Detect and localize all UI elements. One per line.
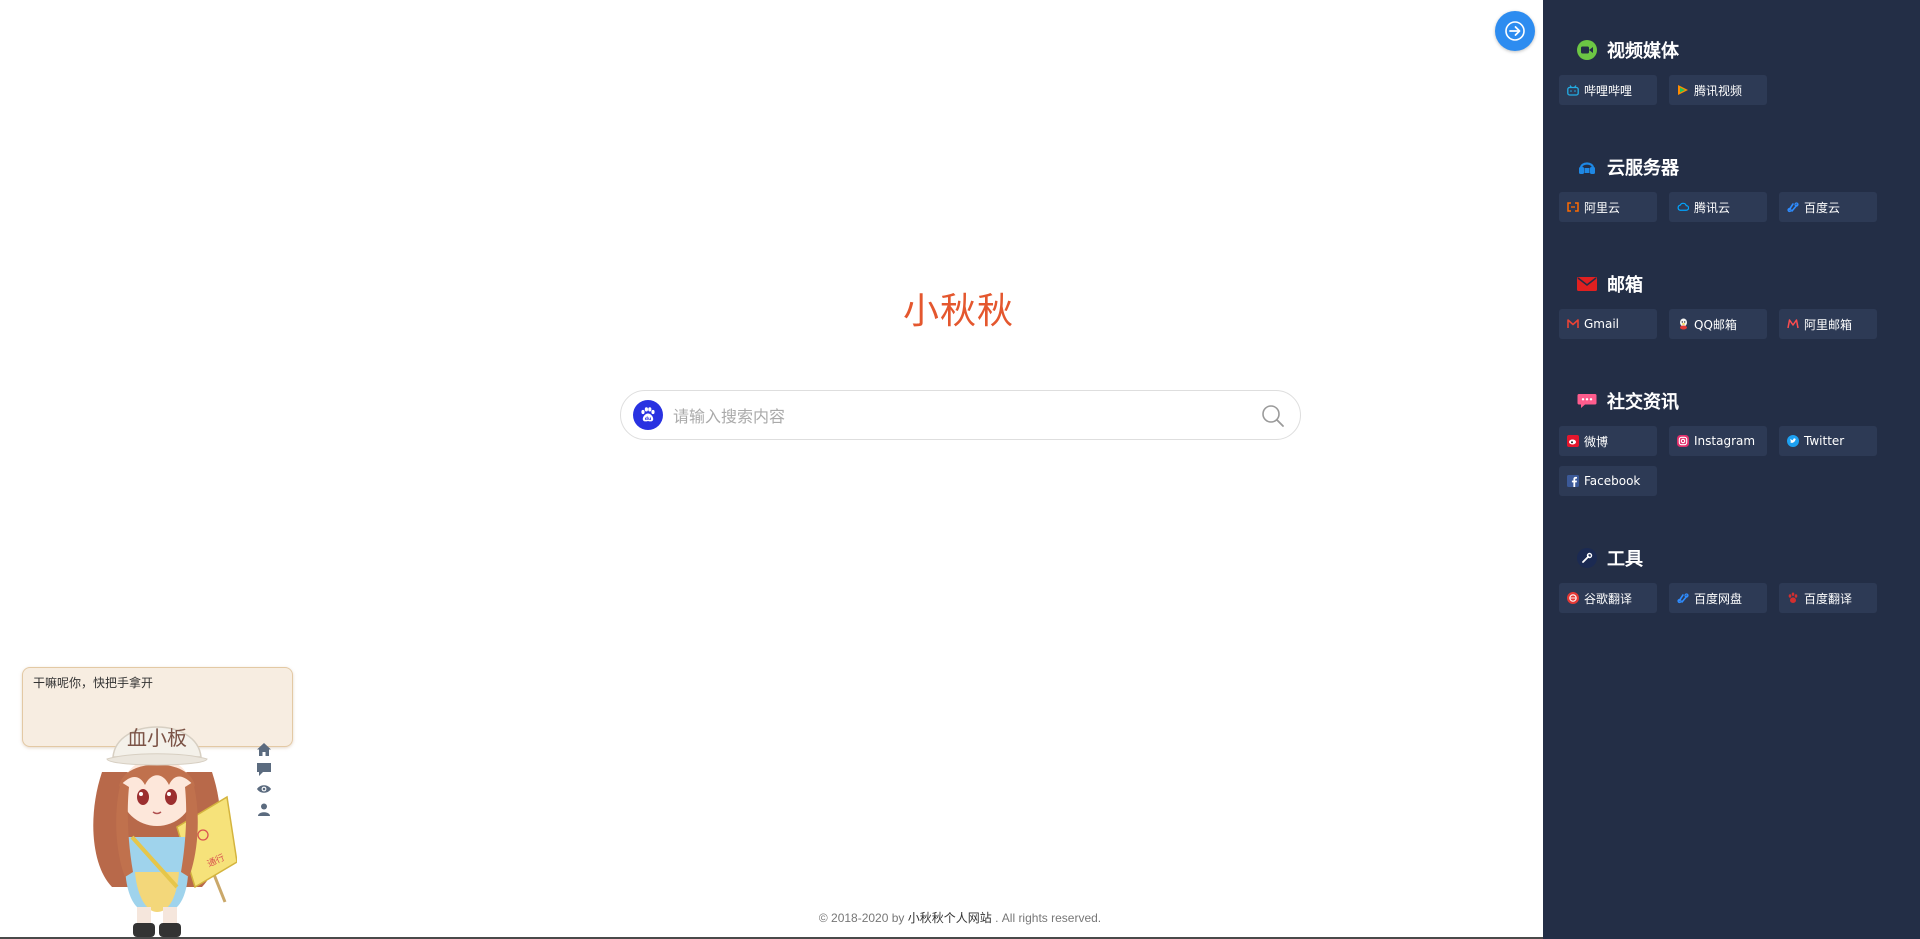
group-video: 视频媒体 哔哩哔哩 腾讯视频 <box>1559 38 1920 115</box>
chat-icon[interactable] <box>254 759 274 779</box>
group-title: 社交资讯 <box>1577 389 1920 413</box>
mascot-widget: 干嘛呢你，快把手拿开 通行 血小板 <box>22 667 293 939</box>
home-icon[interactable] <box>254 739 274 759</box>
link-instagram[interactable]: Instagram <box>1669 426 1767 456</box>
mascot-character-image[interactable]: 通行 血小板 <box>77 697 237 937</box>
group-social: 社交资讯 微博 Instagram Twitter Facebook <box>1559 389 1920 506</box>
link-aliyun[interactable]: 阿里云 <box>1559 192 1657 222</box>
search-input[interactable] <box>671 399 1235 433</box>
tencent-cloud-icon <box>1677 201 1689 213</box>
group-tools: 工具 谷歌翻译 百度网盘 百度翻译 <box>1559 546 1920 623</box>
mascot-toolbar <box>254 739 274 819</box>
gmail-icon <box>1567 318 1579 330</box>
footer-rights: . All rights reserved. <box>991 911 1102 925</box>
link-gmail[interactable]: Gmail <box>1559 309 1657 339</box>
link-ali-mail[interactable]: 阿里邮箱 <box>1779 309 1877 339</box>
link-qq-mail[interactable]: QQ邮箱 <box>1669 309 1767 339</box>
group-title: 云服务器 <box>1579 155 1920 179</box>
group-title: 视频媒体 <box>1577 38 1920 62</box>
svg-text:血小板: 血小板 <box>127 726 187 750</box>
link-facebook[interactable]: Facebook <box>1559 466 1657 496</box>
link-baidu-cloud[interactable]: 百度云 <box>1779 192 1877 222</box>
qq-mail-icon <box>1677 318 1689 330</box>
weibo-icon <box>1567 435 1579 447</box>
group-mail: 邮箱 Gmail QQ邮箱 阿里邮箱 <box>1559 272 1920 349</box>
link-bilibili[interactable]: 哔哩哔哩 <box>1559 75 1657 105</box>
tencent-video-icon <box>1677 84 1689 96</box>
google-translate-icon <box>1567 592 1579 604</box>
link-baidu-translate[interactable]: 百度翻译 <box>1779 583 1877 613</box>
cloud-server-icon <box>1577 157 1597 177</box>
eye-icon[interactable] <box>254 779 274 799</box>
twitter-icon <box>1787 435 1799 447</box>
tools-icon <box>1577 548 1597 568</box>
video-icon <box>1577 40 1597 60</box>
ali-mail-icon <box>1787 318 1799 330</box>
mail-icon <box>1577 274 1597 294</box>
chat-bubble-icon <box>1577 391 1597 411</box>
aliyun-icon <box>1567 201 1579 213</box>
facebook-icon <box>1567 475 1579 487</box>
search-bar: du <box>620 390 1301 440</box>
footer-site-link[interactable]: 小秋秋个人网站 <box>908 911 992 925</box>
baidu-translate-icon <box>1787 592 1799 604</box>
group-title: 邮箱 <box>1577 272 1920 296</box>
bilibili-icon <box>1567 84 1579 96</box>
link-google-translate[interactable]: 谷歌翻译 <box>1559 583 1657 613</box>
link-baidu-pan[interactable]: 百度网盘 <box>1669 583 1767 613</box>
svg-text:du: du <box>645 416 651 422</box>
baidu-cloud-icon <box>1787 201 1799 213</box>
baidu-pan-icon <box>1677 592 1689 604</box>
sidebar-toggle-button[interactable] <box>1495 11 1535 51</box>
arrow-right-icon <box>1505 21 1525 41</box>
footer-copyright: © 2018-2020 by <box>818 911 908 925</box>
link-twitter[interactable]: Twitter <box>1779 426 1877 456</box>
instagram-icon <box>1677 435 1689 447</box>
link-tencent-cloud[interactable]: 腾讯云 <box>1669 192 1767 222</box>
link-tencent-video[interactable]: 腾讯视频 <box>1669 75 1767 105</box>
sidebar: 视频媒体 哔哩哔哩 腾讯视频 云服务器 阿里云 腾讯云 百度云 邮箱 Gmail… <box>1543 0 1920 939</box>
group-cloud: 云服务器 阿里云 腾讯云 百度云 <box>1559 155 1920 232</box>
group-title: 工具 <box>1577 546 1920 570</box>
search-icon[interactable] <box>1260 403 1286 429</box>
link-weibo[interactable]: 微博 <box>1559 426 1657 456</box>
user-icon[interactable] <box>254 799 274 819</box>
baidu-paw-icon[interactable]: du <box>633 400 663 430</box>
